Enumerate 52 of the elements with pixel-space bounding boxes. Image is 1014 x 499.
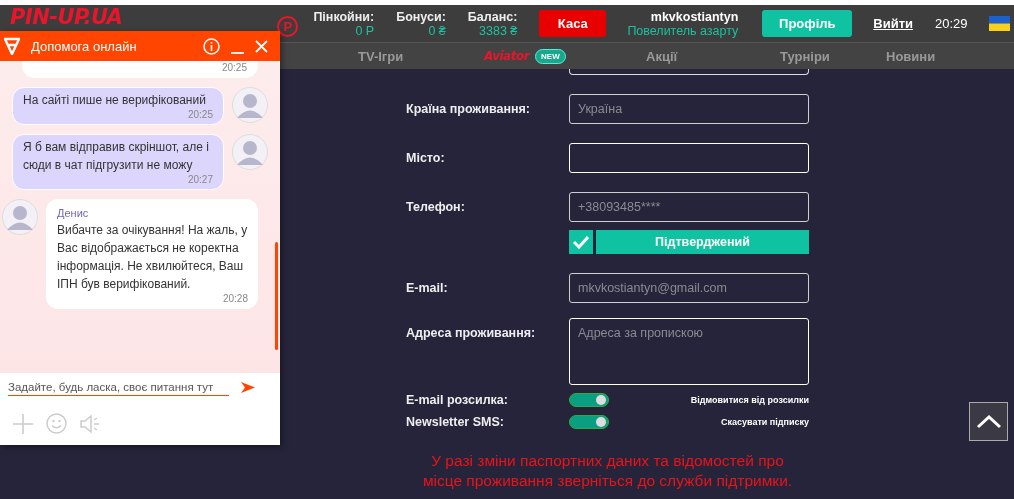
field-label: Newsletter SMS: <box>406 415 505 429</box>
avatar-icon <box>232 134 268 170</box>
message-text: На сайті пише не верифікований <box>23 92 207 109</box>
agent-name: Денис <box>57 206 90 221</box>
field-label: Телефон: <box>406 200 466 214</box>
field-label: Місто: <box>406 151 446 165</box>
clock: 20:29 <box>935 16 968 31</box>
stat-label: Пінкойни: <box>313 9 375 24</box>
chat-logo-icon <box>4 37 20 55</box>
chat-title: Допомога онлайн <box>31 38 138 54</box>
unsubscribe-link[interactable]: Відмовитися від розсилки <box>690 395 809 405</box>
new-badge: NEW <box>535 48 566 64</box>
support-notice: У разі зміни паспортних даних та відомостей про місце проживання зверніться до служби підтримки. <box>421 451 794 491</box>
toggle-switch[interactable] <box>569 393 609 407</box>
address-field[interactable]: Адреса за пропискою <box>569 318 809 385</box>
logout-link[interactable]: Вийти <box>873 16 914 31</box>
message-text: Вибачте за очікування! На жаль, у Вас відображається не коректна інформація. Не хвилюйтеся, Ваш ІПН був верифікований. <box>57 222 248 293</box>
user-rank: Повелитель азарту <box>627 23 739 38</box>
scroll-top-button[interactable] <box>969 402 1008 441</box>
toggle-switch[interactable] <box>569 415 609 429</box>
message-time: 20:27 <box>187 174 213 186</box>
logo[interactable]: PIN-UP.UA <box>10 6 123 28</box>
field-label: Адреса проживання: <box>406 326 537 340</box>
unsubscribe-link[interactable]: Скасувати підписку <box>721 417 809 427</box>
username: mkvkostiantyn <box>650 9 739 24</box>
input-field[interactable] <box>569 69 809 75</box>
close-icon[interactable] <box>255 39 268 53</box>
flag-icon[interactable] <box>988 16 1010 31</box>
profile-button[interactable]: Профіль <box>762 10 853 37</box>
nav-link[interactable]: TV-Ігри <box>358 48 484 64</box>
avatar-icon <box>2 199 38 235</box>
avatar-icon <box>232 87 268 123</box>
stat-value: 0 P <box>355 23 375 38</box>
nav-link[interactable]: Турніри <box>780 48 886 64</box>
message-text: Я б вам відправив скріншот, але і сюди в чат підгрузити не можу <box>23 139 210 174</box>
field-label: Країна проживання: <box>406 102 531 116</box>
message-time: 20:25 <box>221 62 247 74</box>
message-input[interactable]: Задайте, будь ласка, своє питання тут <box>8 379 229 396</box>
cashier-button[interactable]: Каса <box>539 10 607 37</box>
field-label: E-mail розсилка: <box>406 393 509 407</box>
stat-label: Баланс: <box>467 9 518 24</box>
send-icon[interactable] <box>241 382 255 393</box>
info-icon[interactable] <box>203 37 220 55</box>
stat-label: Бонуси: <box>396 9 446 24</box>
stat-value: 0 ₴ <box>428 23 446 38</box>
field-label: E-mail: <box>406 281 449 295</box>
stat-value: 3383 ₴ <box>479 23 518 38</box>
chevron-up-icon <box>975 414 1002 429</box>
message-time: 20:25 <box>187 109 213 121</box>
nav-link[interactable]: Новини <box>886 48 936 64</box>
message-time: 20:28 <box>222 293 248 305</box>
nav-link[interactable]: Акції <box>646 48 780 64</box>
